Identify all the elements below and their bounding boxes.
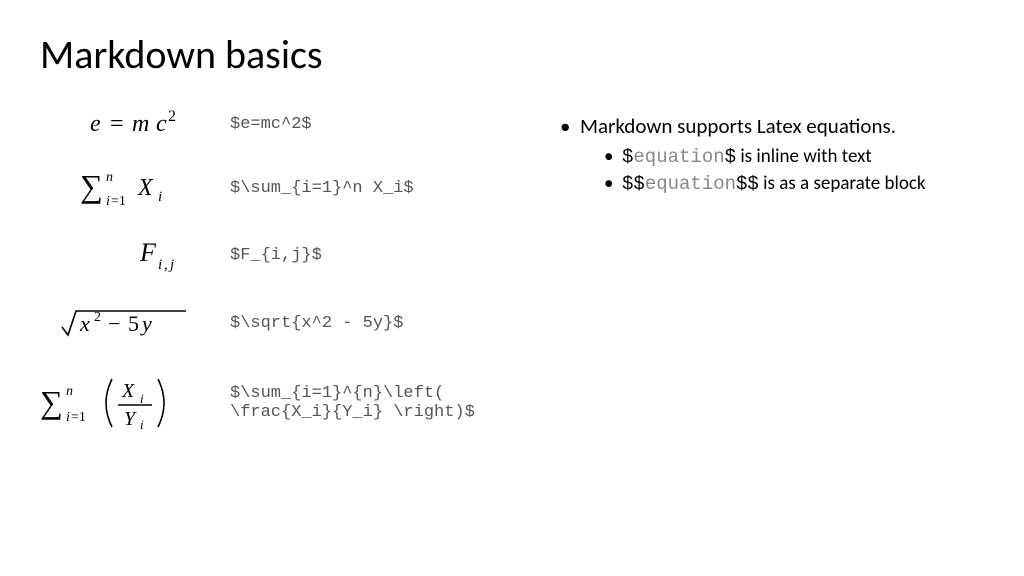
svg-text:2: 2 (94, 310, 101, 325)
example-row: ∑ n i =1 X i Y i $\sum_{i=1}^{n}\left( \… (40, 373, 540, 433)
list-item: Markdown supports Latex equations. $equa… (560, 113, 984, 195)
list-item: $equation$ is inline with text (580, 145, 984, 168)
svg-text:=1: =1 (71, 410, 86, 425)
svg-text:Y: Y (124, 408, 137, 430)
bullet-list: Markdown supports Latex equations. $equa… (560, 113, 984, 195)
svg-text:j: j (168, 257, 174, 273)
svg-text:−: − (108, 311, 120, 336)
source-code: $\sqrt{x^2 - 5y}$ (230, 314, 403, 333)
placeholder-text: equation (645, 173, 736, 195)
placeholder-text: equation (633, 146, 724, 168)
svg-text:i: i (140, 391, 144, 406)
svg-text:2: 2 (168, 109, 176, 125)
svg-text:X: X (137, 175, 154, 201)
list-item: $$equation$$ is as a separate block (580, 172, 984, 195)
svg-text:n: n (106, 170, 113, 185)
rendered-equation: ∑ n i =1 X i Y i (40, 373, 230, 433)
example-row: ∑ n i =1 X i $\sum_{i=1}^n X_i$ (40, 167, 540, 209)
example-row: e = m c 2 $e=mc^2$ (40, 109, 540, 139)
svg-text:∑: ∑ (40, 384, 63, 420)
bullet-text: Markdown supports Latex equations. (580, 113, 896, 139)
svg-text:X: X (121, 380, 135, 402)
svg-text:F: F (140, 238, 157, 267)
explanation-column: Markdown supports Latex equations. $equa… (560, 109, 984, 461)
svg-text:x: x (79, 311, 90, 336)
description-text: is as a separate block (759, 172, 926, 195)
description-text: is inline with text (736, 145, 872, 168)
svg-text:∑: ∑ (80, 168, 103, 204)
example-row: x 2 − 5 y $\sqrt{x^2 - 5y}$ (40, 301, 540, 345)
rendered-equation: F i , j (40, 237, 230, 273)
source-code: $\sum_{i=1}^{n}\left( \frac{X_i}{Y_i} \r… (230, 384, 540, 422)
examples-column: e = m c 2 $e=mc^2$ ∑ n i =1 X i (40, 109, 540, 461)
rendered-equation: ∑ n i =1 X i (40, 167, 230, 209)
svg-text:5: 5 (128, 311, 139, 336)
svg-text:n: n (66, 384, 73, 399)
source-code: $e=mc^2$ (230, 115, 312, 134)
example-row: F i , j $F_{i,j}$ (40, 237, 540, 273)
source-code: $\sum_{i=1}^n X_i$ (230, 179, 414, 198)
sub-bullet-list: $equation$ is inline with text $$equatio… (580, 145, 984, 195)
svg-text:i: i (158, 257, 162, 273)
svg-text:=1: =1 (111, 194, 126, 209)
svg-text:i: i (140, 417, 144, 432)
svg-text:i: i (66, 410, 70, 425)
svg-text:i: i (158, 189, 162, 205)
svg-text:i: i (106, 194, 110, 209)
rendered-equation: e = m c 2 (40, 109, 230, 139)
delimiter: $ (622, 146, 633, 168)
rendered-equation: x 2 − 5 y (40, 301, 230, 345)
svg-text:c: c (156, 111, 167, 137)
svg-text:y: y (140, 311, 152, 336)
delimiter: $$ (622, 173, 645, 195)
svg-text:e: e (90, 111, 101, 137)
delimiter: $$ (736, 173, 759, 195)
content-area: e = m c 2 $e=mc^2$ ∑ n i =1 X i (40, 109, 984, 461)
svg-text:=: = (110, 111, 124, 137)
delimiter: $ (725, 146, 736, 168)
page-title: Markdown basics (40, 30, 984, 79)
svg-text:,: , (164, 257, 168, 273)
source-code: $F_{i,j}$ (230, 246, 322, 265)
svg-text:m: m (132, 111, 149, 137)
